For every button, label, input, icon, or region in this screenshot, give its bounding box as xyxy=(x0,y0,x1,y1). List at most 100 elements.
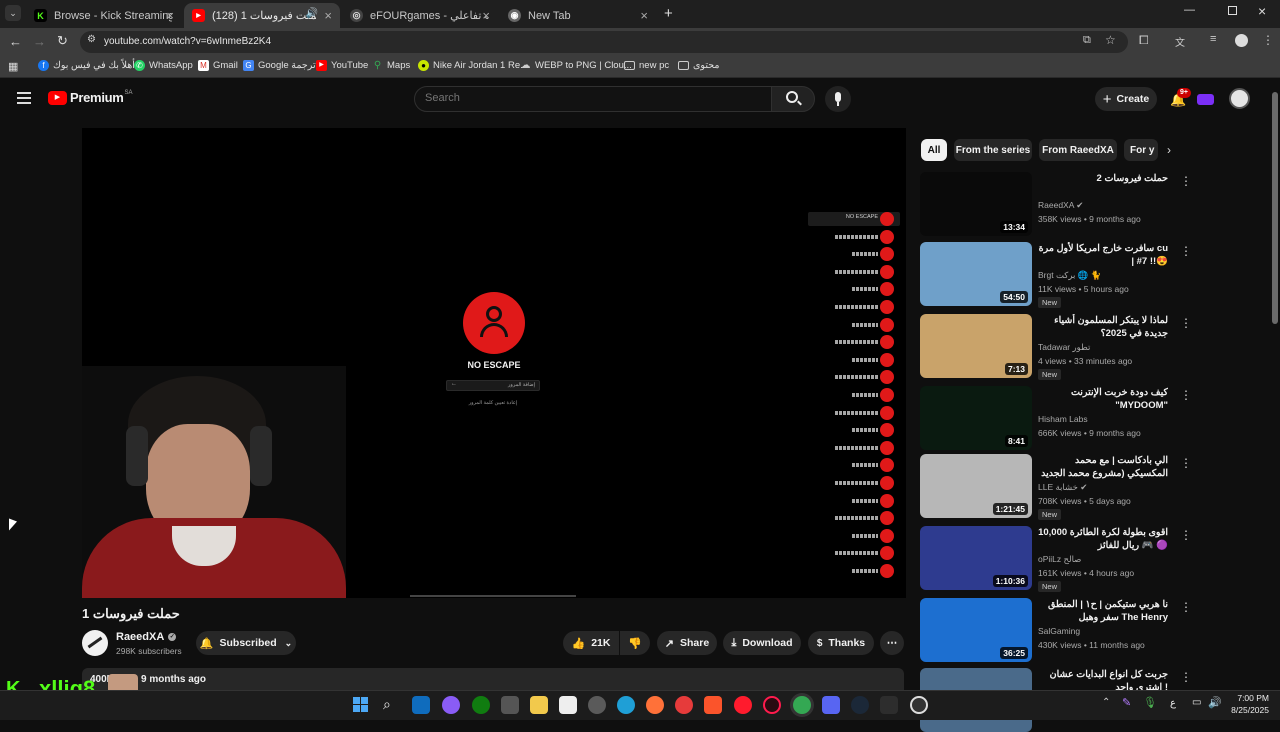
recommendation-title[interactable]: نا هربي ستيكمن | ح١ | المنطق سفر وهبل Th… xyxy=(1038,598,1168,624)
more-options-icon[interactable]: ⋮ xyxy=(1180,456,1192,470)
windows-start-icon[interactable] xyxy=(352,696,370,714)
bookmark-webp-to-png[interactable]: ☁ WEBP to PNG | Clou... xyxy=(520,60,632,71)
steam-icon[interactable] xyxy=(851,696,869,714)
recommendation-channel[interactable]: LLE خشابة ✔ xyxy=(1038,482,1087,493)
chips-next-chevron-icon[interactable]: › xyxy=(1167,143,1171,157)
more-options-icon[interactable]: ⋮ xyxy=(1180,670,1192,684)
more-options-icon[interactable]: ⋮ xyxy=(1180,174,1192,188)
game-menu-item[interactable] xyxy=(808,405,900,420)
video-thumbnail[interactable]: 54:50 xyxy=(920,242,1032,306)
recommendation-channel[interactable]: Hisham Labs xyxy=(1038,414,1088,424)
close-tab-icon[interactable]: × xyxy=(324,8,332,23)
more-options-icon[interactable]: ⋮ xyxy=(1180,316,1192,330)
bookmark-facebook[interactable]: f أهلاً بك في فيس بوك xyxy=(38,60,135,71)
tray-overflow-icon[interactable]: ⌃ xyxy=(1102,697,1110,708)
game-menu-item[interactable] xyxy=(808,476,900,490)
more-options-icon[interactable]: ⋮ xyxy=(1180,244,1192,258)
new-tab-plus-icon[interactable]: + xyxy=(664,5,673,22)
bookmark-maps[interactable]: ⚲ Maps xyxy=(372,60,410,71)
brave-icon[interactable] xyxy=(704,696,722,714)
firefox-icon[interactable] xyxy=(646,696,664,714)
recommendation-item[interactable]: 36:25 نا هربي ستيكمن | ح١ | المنطق سفر وه… xyxy=(920,598,1192,662)
search-box[interactable] xyxy=(414,86,772,112)
game-menu-item[interactable] xyxy=(808,440,900,455)
restore-window-icon[interactable] xyxy=(1228,6,1237,15)
game-menu-item[interactable] xyxy=(808,423,900,438)
recommendation-title[interactable]: الي بادكاست | مع محمد المكسيكي (مشروع مح… xyxy=(1038,454,1168,480)
recommendation-title[interactable]: حملت فيروسات 2 xyxy=(1038,172,1168,185)
game-menu-item[interactable] xyxy=(808,247,900,262)
chip-all[interactable]: All xyxy=(921,139,947,161)
game-menu-item[interactable] xyxy=(808,282,900,297)
more-options-icon[interactable]: ⋮ xyxy=(1180,528,1192,542)
game-menu-item[interactable] xyxy=(808,388,900,402)
close-tab-icon[interactable]: × xyxy=(166,8,174,23)
tray-pen-icon[interactable]: ✎ xyxy=(1122,696,1131,709)
voice-search-button[interactable] xyxy=(825,86,851,112)
bookmark-nike[interactable]: ● Nike Air Jordan 1 Re... xyxy=(418,60,528,71)
video-thumbnail[interactable]: 13:34 xyxy=(920,172,1032,236)
bookmark-gmail[interactable]: M Gmail xyxy=(198,60,238,71)
network-icon[interactable]: ▭ xyxy=(1192,697,1201,708)
ccleaner-icon[interactable] xyxy=(588,696,606,714)
subscribed-button[interactable]: 🔔 Subscribed ⌄ xyxy=(196,631,296,655)
game-menu-item[interactable] xyxy=(808,511,900,526)
bookmark-folder-content[interactable]: محتوى xyxy=(678,60,719,71)
game-menu-item[interactable] xyxy=(808,458,900,473)
edge-icon[interactable] xyxy=(617,696,635,714)
channel-avatar[interactable] xyxy=(82,630,108,656)
game-menu-item[interactable] xyxy=(808,352,900,367)
video-thumbnail[interactable]: 1:10:36 xyxy=(920,526,1032,590)
tab-efourgames[interactable]: ◎ eFOURgames - نج ألعاب تفاعلي × xyxy=(342,3,498,28)
opera-icon[interactable] xyxy=(734,696,752,714)
tab-kick[interactable]: K Browse - Kick Streaming × xyxy=(26,3,182,28)
recommendation-item[interactable]: 1:21:45 الي بادكاست | مع محمد المكسيكي (م… xyxy=(920,454,1192,520)
game-menu-item[interactable] xyxy=(808,317,900,332)
video-thumbnail[interactable]: 1:21:45 xyxy=(920,454,1032,518)
search-button[interactable] xyxy=(771,86,815,112)
video-progress-bar[interactable] xyxy=(410,595,576,597)
tab-youtube[interactable]: ▶ (128) حملت فيروسات 1 - be 🔊 × xyxy=(184,3,340,28)
close-tab-icon[interactable]: × xyxy=(482,8,490,23)
game-menu-item[interactable] xyxy=(808,335,900,350)
store-icon[interactable] xyxy=(501,696,519,714)
vivaldi-icon[interactable] xyxy=(675,696,693,714)
media-control-icon[interactable]: ≡ xyxy=(1210,33,1216,45)
recommendation-channel[interactable]: Brgt بركت 🌐 🐈 xyxy=(1038,270,1101,281)
reload-icon[interactable]: ↻ xyxy=(57,33,68,49)
game-menu-item[interactable] xyxy=(808,370,900,385)
chip-for-you[interactable]: For y xyxy=(1124,139,1158,161)
premium-badge-icon[interactable] xyxy=(1197,94,1214,105)
chrome-icon[interactable] xyxy=(793,696,811,714)
profile-avatar[interactable] xyxy=(1235,34,1248,47)
bookmark-folder-new-pc[interactable]: new pc xyxy=(624,60,669,71)
search-input[interactable] xyxy=(425,92,745,104)
speaker-icon[interactable]: 🔊 xyxy=(306,8,318,19)
game-menu-item[interactable]: NO ESCAPE xyxy=(808,212,900,226)
download-button[interactable]: ⤓ Download xyxy=(723,631,801,655)
bookmark-whatsapp[interactable]: ✆ WhatsApp xyxy=(134,60,193,71)
taskbar-app-icon[interactable] xyxy=(880,696,898,714)
account-avatar[interactable] xyxy=(1229,88,1250,109)
recommendation-item[interactable]: 13:34 حملت فيروسات 2 RaeedXA ✔ 358K views •… xyxy=(920,172,1192,236)
recommendation-title[interactable]: كيف دودة خربت الإنترنت "MYDOOM" xyxy=(1038,386,1168,412)
game-menu-item[interactable] xyxy=(808,564,900,578)
close-window-icon[interactable]: × xyxy=(1258,3,1266,19)
minimize-window-icon[interactable]: — xyxy=(1184,4,1195,16)
game-menu-item[interactable] xyxy=(808,493,900,508)
tab-new-tab[interactable]: ◉ New Tab × xyxy=(500,3,656,28)
recommendation-item[interactable]: 8:41 كيف دودة خربت الإنترنت "MYDOOM" Hisha… xyxy=(920,386,1192,450)
tab-search-icon[interactable]: ⌄ xyxy=(5,5,21,21)
address-bar[interactable]: ⚙ youtube.com/watch?v=6wInmeBz2K4 ⧉ ☆ xyxy=(80,31,1128,53)
thanks-button[interactable]: $ Thanks xyxy=(808,631,874,655)
dislike-button[interactable]: 👎 xyxy=(620,631,650,655)
game-menu-item[interactable] xyxy=(808,300,900,314)
game-menu-item[interactable] xyxy=(808,528,900,543)
share-button[interactable]: ↗ Share xyxy=(657,631,717,655)
like-button[interactable]: 👍 21K xyxy=(563,631,619,655)
recommendation-channel[interactable]: SalGaming xyxy=(1038,626,1080,636)
description-box[interactable]: 400K 9 months ago xyxy=(82,668,904,690)
install-app-icon[interactable]: ⧉ xyxy=(1083,34,1091,47)
taskbar-clock[interactable]: 7:00 PM 8/25/2025 xyxy=(1225,692,1269,716)
forward-arrow-icon[interactable]: → xyxy=(33,34,46,49)
